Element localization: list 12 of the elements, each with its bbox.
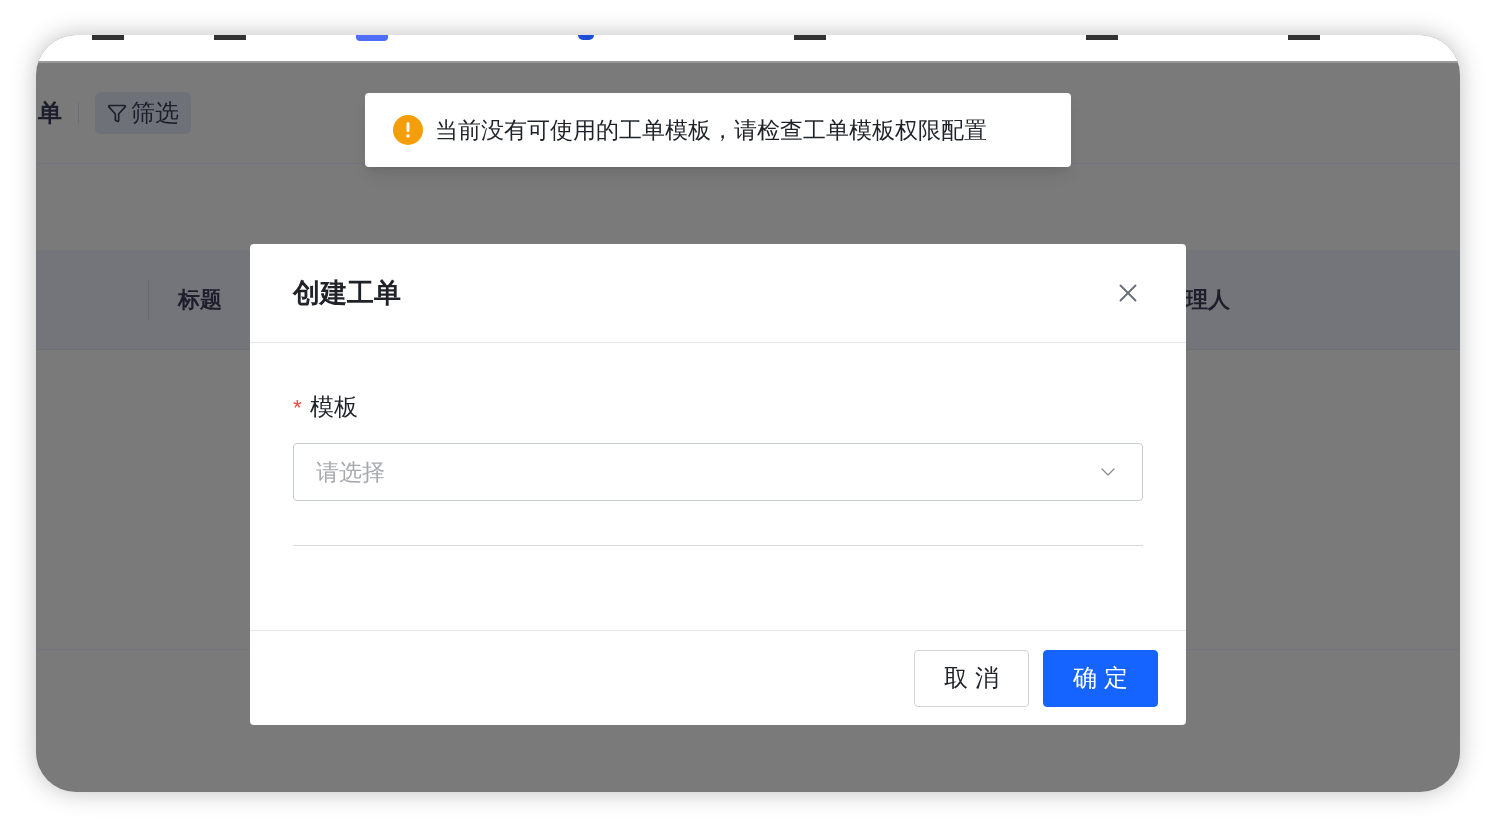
- field-label: 模板: [309, 392, 358, 422]
- filter-button[interactable]: 筛选: [95, 92, 191, 134]
- required-mark: *: [293, 393, 302, 422]
- column-header: 标题: [178, 286, 222, 314]
- cancel-button[interactable]: 取 消: [914, 649, 1029, 707]
- dialog-title: 创建工单: [293, 276, 401, 310]
- toast-message: 当前没有可使用的工单模板，请检查工单模板权限配置: [435, 115, 987, 145]
- column-header: 理人: [1186, 286, 1230, 314]
- page-title: 单: [38, 98, 62, 128]
- confirm-button[interactable]: 确 定: [1043, 649, 1158, 707]
- filter-icon: [107, 103, 127, 123]
- warning-icon: [393, 115, 423, 145]
